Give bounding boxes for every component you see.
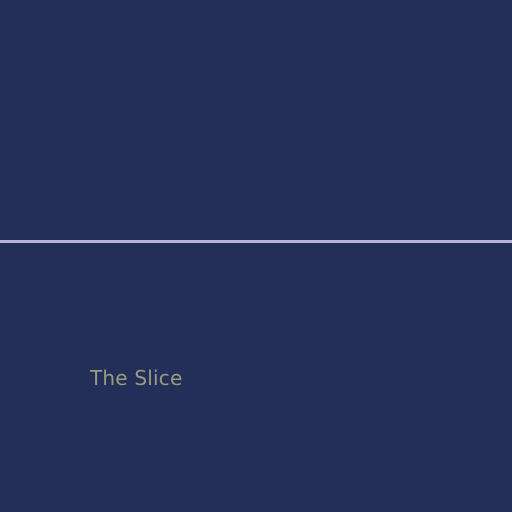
horizontal-divider [0, 240, 512, 243]
canvas: The Slice [0, 0, 512, 512]
page-title: The Slice [90, 366, 183, 390]
